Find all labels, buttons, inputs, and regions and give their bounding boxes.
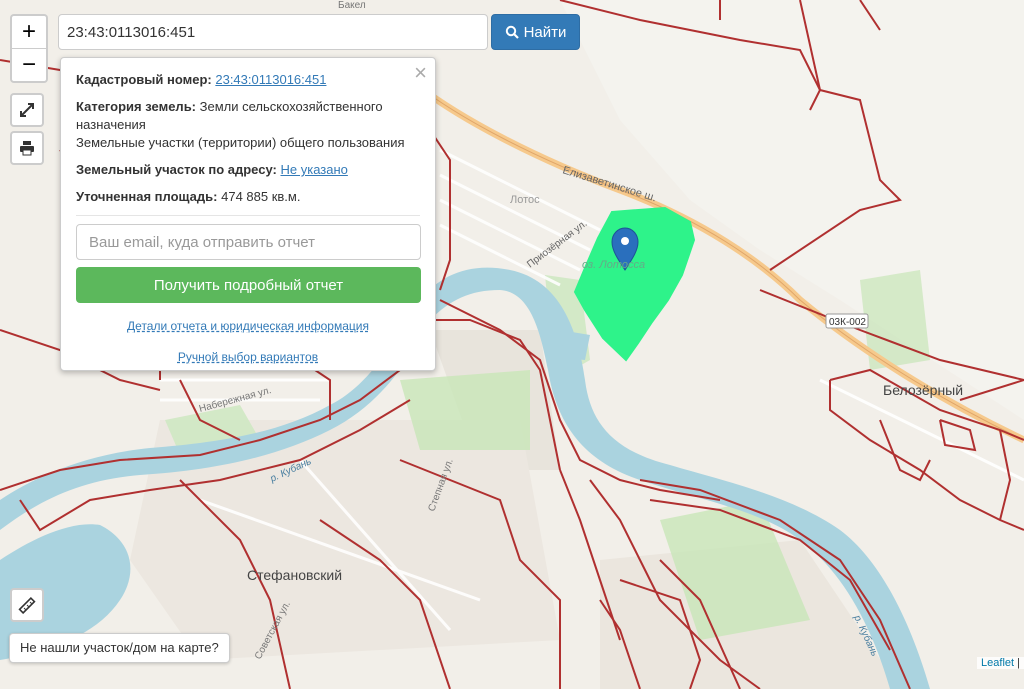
zoom-in-button[interactable]: + — [12, 16, 46, 49]
ruler-icon — [18, 596, 36, 614]
plot-info-popup: × Кадастровый номер: 23:43:0113016:451 К… — [60, 57, 436, 371]
printer-icon — [20, 141, 34, 156]
label-stefanovsky: Стефановский — [247, 567, 342, 583]
search-input[interactable]: 23:43:0113016:451 — [58, 14, 488, 50]
search-button[interactable]: Найти — [491, 14, 580, 50]
label-belozerny: Белозёрный — [883, 382, 963, 398]
area-label: Уточненная площадь: — [76, 189, 218, 204]
category-row: Категория земель: Земли сельскохозяйстве… — [76, 98, 420, 152]
search-input-value: 23:43:0113016:451 — [67, 23, 196, 41]
popup-divider — [76, 215, 420, 216]
print-button[interactable] — [10, 131, 44, 165]
address-link[interactable]: Не указано — [280, 162, 347, 177]
not-found-button[interactable]: Не нашли участок/дом на карте? — [9, 633, 230, 663]
road-code-badge: 03К-002 — [829, 317, 866, 328]
fullscreen-icon — [20, 103, 34, 117]
label-lotos: Лотос — [510, 194, 540, 206]
email-field[interactable]: Ваш email, куда отправить отчет — [76, 224, 421, 260]
cadastral-label: Кадастровый номер: — [76, 72, 212, 87]
cadastral-number-link[interactable]: 23:43:0113016:451 — [215, 72, 326, 87]
report-details-link[interactable]: Детали отчета и юридическая информация — [127, 319, 369, 333]
close-icon[interactable]: × — [414, 60, 427, 86]
measure-button[interactable] — [10, 588, 44, 622]
zoom-control: + − — [10, 14, 48, 83]
zoom-out-button[interactable]: − — [12, 49, 46, 81]
cadastral-number-row: Кадастровый номер: 23:43:0113016:451 — [76, 71, 420, 89]
label-lake: оз. Лотосса — [582, 259, 645, 271]
manual-selection-link[interactable]: Ручной выбор вариантов — [178, 350, 318, 364]
map-attribution: Leaflet | — [977, 657, 1024, 669]
area-value: 474 885 кв.м. — [221, 189, 301, 204]
get-report-button[interactable]: Получить подробный отчет — [76, 267, 421, 303]
search-icon — [505, 25, 519, 39]
address-row: Земельный участок по адресу: Не указано — [76, 161, 420, 179]
area-row: Уточненная площадь: 474 885 кв.м. — [76, 188, 420, 206]
category-extra: Земельные участки (территории) общего по… — [76, 135, 405, 150]
email-placeholder: Ваш email, куда отправить отчет — [89, 233, 316, 251]
leaflet-link[interactable]: Leaflet — [981, 657, 1014, 669]
search-button-label: Найти — [523, 23, 567, 41]
address-label: Земельный участок по адресу: — [76, 162, 277, 177]
category-label: Категория земель: — [76, 99, 197, 114]
label-bakel: Бакел — [338, 0, 366, 11]
fullscreen-button[interactable] — [10, 93, 44, 127]
